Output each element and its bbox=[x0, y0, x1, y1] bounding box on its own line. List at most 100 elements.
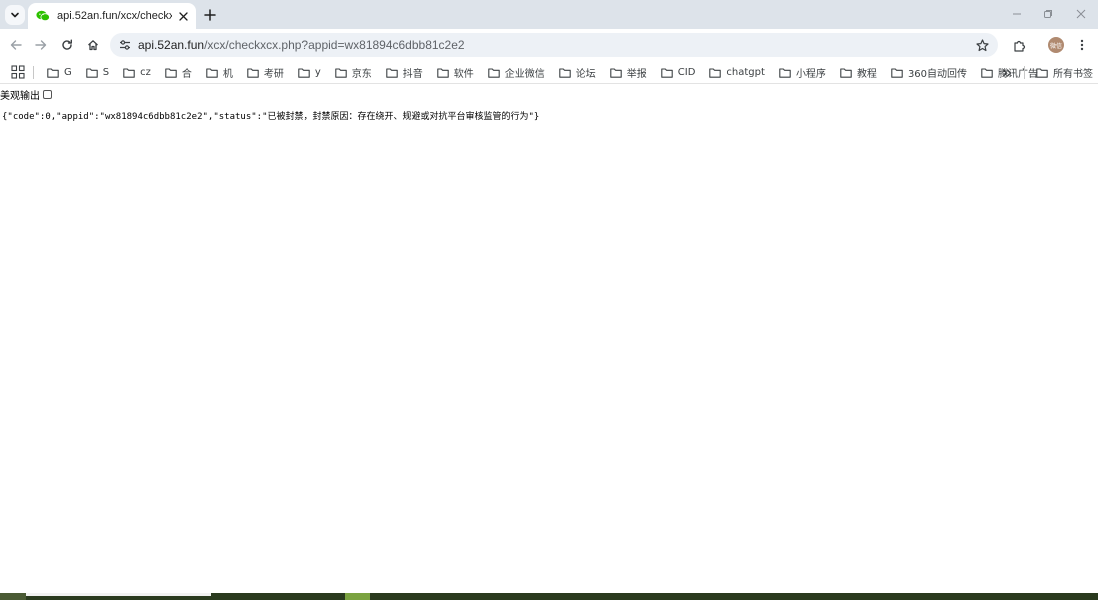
close-window-button[interactable] bbox=[1071, 5, 1091, 23]
folder-icon bbox=[709, 67, 722, 78]
bookmark-folder[interactable]: 360自动回传 bbox=[883, 61, 973, 84]
home-button[interactable] bbox=[83, 35, 103, 55]
bookmark-folder[interactable]: y bbox=[290, 61, 327, 84]
bookmark-folder[interactable]: 京东 bbox=[327, 61, 378, 84]
reload-icon bbox=[62, 39, 72, 50]
folder-icon bbox=[559, 67, 571, 78]
bookmark-folder[interactable]: CID bbox=[653, 61, 702, 84]
folder-icon bbox=[840, 67, 852, 78]
bookmark-folder[interactable]: 考研 bbox=[239, 61, 290, 84]
bookmark-folder[interactable]: G bbox=[39, 61, 78, 84]
folder-icon bbox=[123, 67, 135, 78]
chevron-down-icon bbox=[11, 12, 19, 18]
folder-icon bbox=[1036, 67, 1048, 78]
tune-icon bbox=[120, 40, 130, 50]
pretty-print-toggle[interactable]: 美观输出 bbox=[0, 87, 52, 102]
tab-strip: api.52an.fun/xcx/checkxcx.ph bbox=[0, 0, 1098, 29]
pretty-print-checkbox[interactable] bbox=[43, 89, 52, 99]
bookmark-label: 360自动回传 bbox=[907, 69, 968, 80]
more-bookmarks-button[interactable] bbox=[1000, 66, 1014, 80]
bookmark-folder[interactable]: 小程序 bbox=[771, 61, 832, 84]
browser-toolbar: api.52an.fun/xcx/checkxcx.php?appid=wx81… bbox=[0, 29, 1098, 61]
profile-avatar[interactable]: 微信 bbox=[1048, 37, 1064, 53]
puzzle-icon bbox=[1013, 40, 1025, 52]
bookmark-folder[interactable]: chatgpt bbox=[701, 61, 771, 84]
bookmark-label: 考研 bbox=[263, 69, 284, 80]
folder-icon bbox=[779, 67, 791, 78]
extensions-button[interactable] bbox=[1009, 35, 1029, 55]
folder-icon bbox=[981, 67, 993, 78]
double-chevron-right-icon bbox=[1002, 69, 1012, 77]
tab-search-button[interactable] bbox=[5, 5, 25, 25]
bookmark-label: chatgpt bbox=[726, 67, 765, 78]
bookmarks-divider bbox=[33, 66, 34, 79]
folder-icon bbox=[206, 67, 218, 78]
bookmark-folder[interactable]: 企业微信 bbox=[480, 61, 551, 84]
bookmark-folder[interactable]: 软件 bbox=[429, 61, 480, 84]
tab-close-button[interactable] bbox=[176, 9, 190, 23]
url-text: api.52an.fun/xcx/checkxcx.php?appid=wx81… bbox=[138, 38, 465, 52]
forward-button[interactable] bbox=[31, 35, 51, 55]
url-host: api.52an.fun bbox=[138, 38, 205, 52]
bookmark-folder[interactable]: 合 bbox=[157, 61, 198, 84]
taskbar-edge bbox=[0, 593, 1098, 600]
site-info-button[interactable] bbox=[117, 37, 133, 53]
new-tab-button[interactable] bbox=[201, 6, 219, 24]
back-button[interactable] bbox=[6, 35, 26, 55]
taskbar-segment bbox=[345, 593, 370, 600]
bookmark-folder[interactable]: 教程 bbox=[832, 61, 883, 84]
json-response-text: {"code":0,"appid":"wx81894c6dbb81c2e2","… bbox=[2, 112, 540, 122]
minimize-button[interactable] bbox=[1007, 5, 1027, 23]
bookmark-label: 论坛 bbox=[575, 69, 596, 80]
address-bar[interactable]: api.52an.fun/xcx/checkxcx.php?appid=wx81… bbox=[110, 33, 998, 57]
bookmark-list: G Scz 合 机 考研 y 京东 抖音 软件 企业微信 论坛 举报 CID chatgpt 小程序 教程 36… bbox=[39, 61, 1044, 84]
bookmark-folder[interactable]: S bbox=[78, 61, 115, 84]
reload-button[interactable] bbox=[57, 35, 77, 55]
bookmarks-bar: G Scz 合 机 考研 y 京东 抖音 软件 企业微信 论坛 举报 CID chatgpt 小程序 教程 36… bbox=[0, 61, 1098, 84]
home-icon bbox=[88, 40, 98, 51]
bookmark-folder[interactable]: 抖音 bbox=[378, 61, 429, 84]
all-bookmarks-label: 所有书签 bbox=[1053, 69, 1093, 80]
folder-icon bbox=[335, 67, 347, 78]
folder-icon bbox=[488, 67, 500, 78]
apps-grid-icon[interactable] bbox=[11, 65, 25, 79]
close-icon bbox=[1076, 9, 1086, 19]
folder-icon bbox=[437, 67, 449, 78]
bookmark-folder[interactable]: 举报 bbox=[602, 61, 653, 84]
bookmark-label: 京东 bbox=[351, 69, 372, 80]
folder-icon bbox=[610, 67, 622, 78]
bookmark-label: cz bbox=[140, 67, 151, 78]
bookmark-label: CID bbox=[677, 67, 696, 78]
minimize-icon bbox=[1013, 13, 1021, 15]
pretty-print-label: 美观输出 bbox=[0, 90, 40, 102]
restore-button[interactable] bbox=[1038, 5, 1058, 23]
folder-icon bbox=[86, 67, 98, 78]
bookmark-star-button[interactable] bbox=[974, 37, 990, 53]
active-tab[interactable]: api.52an.fun/xcx/checkxcx.ph bbox=[28, 3, 196, 29]
bookmark-label: G bbox=[64, 67, 72, 78]
folder-icon bbox=[165, 67, 177, 78]
folder-icon bbox=[298, 67, 310, 78]
more-vertical-icon bbox=[1080, 39, 1084, 51]
bookmarks-divider bbox=[1024, 66, 1025, 79]
all-bookmarks-folder[interactable]: 所有书签 bbox=[1030, 61, 1093, 84]
folder-icon bbox=[47, 67, 59, 78]
bookmark-label: 教程 bbox=[856, 69, 877, 80]
bookmark-label: 合 bbox=[181, 69, 192, 80]
bookmark-label: y bbox=[314, 67, 321, 78]
taskbar-segment bbox=[26, 593, 211, 596]
bookmark-folder[interactable]: 论坛 bbox=[551, 61, 602, 84]
bookmark-label: 软件 bbox=[453, 69, 474, 80]
bookmark-folder[interactable]: cz bbox=[115, 61, 157, 84]
folder-icon bbox=[891, 67, 903, 78]
tab-title: api.52an.fun/xcx/checkxcx.ph bbox=[57, 10, 172, 22]
page-content: 美观输出 {"code":0,"appid":"wx81894c6dbb81c2… bbox=[0, 85, 1098, 593]
bookmark-label: 抖音 bbox=[402, 69, 423, 80]
bookmark-label: 举报 bbox=[626, 69, 647, 80]
bookmark-label: S bbox=[102, 67, 110, 78]
browser-menu-button[interactable] bbox=[1073, 35, 1091, 55]
bookmark-label: 企业微信 bbox=[504, 69, 545, 80]
bookmark-label: 机 bbox=[222, 69, 233, 80]
folder-icon bbox=[661, 67, 673, 78]
bookmark-folder[interactable]: 机 bbox=[198, 61, 239, 84]
